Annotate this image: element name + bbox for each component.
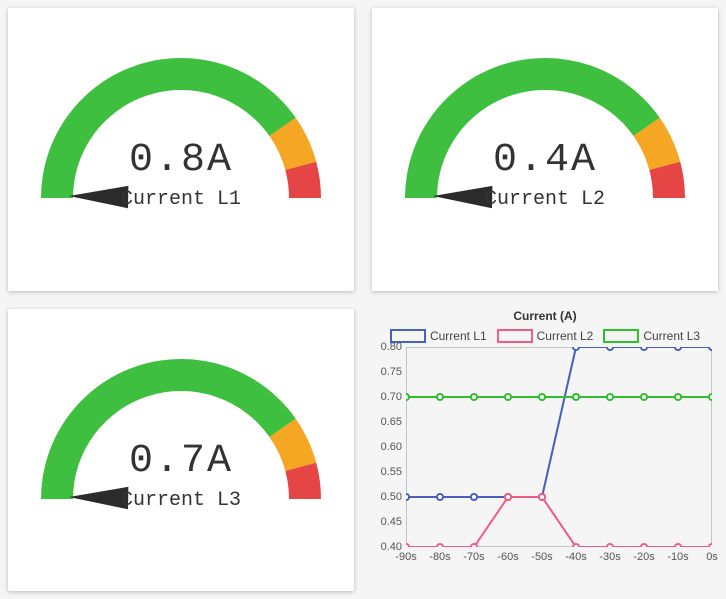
data-point[interactable] bbox=[437, 494, 443, 500]
data-point[interactable] bbox=[709, 347, 712, 350]
x-tick: 0s bbox=[706, 551, 718, 563]
gauge-value-l3: 0.7A bbox=[8, 439, 354, 484]
y-tick: 0.45 bbox=[372, 516, 402, 528]
chart-plot-area: 0.400.450.500.550.600.650.700.750.80-90s… bbox=[406, 347, 712, 547]
series-line bbox=[406, 347, 712, 497]
x-tick: -60s bbox=[497, 551, 518, 563]
gauge-label-l2: Current L2 bbox=[372, 188, 718, 211]
data-point[interactable] bbox=[573, 394, 579, 400]
data-point[interactable] bbox=[406, 394, 409, 400]
data-point[interactable] bbox=[437, 544, 443, 547]
data-point[interactable] bbox=[675, 544, 681, 547]
data-point[interactable] bbox=[505, 494, 511, 500]
gauge-card-l2: 0.4A Current L2 bbox=[372, 8, 718, 291]
legend-item[interactable]: Current L3 bbox=[603, 329, 700, 343]
x-tick: -50s bbox=[531, 551, 552, 563]
data-point[interactable] bbox=[641, 394, 647, 400]
x-tick: -20s bbox=[633, 551, 654, 563]
x-tick: -10s bbox=[667, 551, 688, 563]
gauge-arc-l1 bbox=[11, 8, 351, 218]
data-point[interactable] bbox=[709, 544, 712, 547]
x-tick: -70s bbox=[463, 551, 484, 563]
data-point[interactable] bbox=[539, 494, 545, 500]
data-point[interactable] bbox=[607, 544, 613, 547]
gauge-card-l3: 0.7A Current L3 bbox=[8, 309, 354, 592]
data-point[interactable] bbox=[406, 544, 409, 547]
x-tick: -80s bbox=[429, 551, 450, 563]
x-tick: -90s bbox=[395, 551, 416, 563]
legend-label: Current L2 bbox=[537, 329, 594, 343]
y-tick: 0.55 bbox=[372, 466, 402, 478]
data-point[interactable] bbox=[641, 544, 647, 547]
y-tick: 0.70 bbox=[372, 391, 402, 403]
data-point[interactable] bbox=[709, 394, 712, 400]
data-point[interactable] bbox=[573, 347, 579, 350]
data-point[interactable] bbox=[573, 544, 579, 547]
data-point[interactable] bbox=[471, 544, 477, 547]
y-tick: 0.60 bbox=[372, 441, 402, 453]
data-point[interactable] bbox=[437, 394, 443, 400]
data-point[interactable] bbox=[675, 347, 681, 350]
data-point[interactable] bbox=[641, 347, 647, 350]
data-point[interactable] bbox=[539, 394, 545, 400]
legend-swatch bbox=[497, 329, 533, 343]
x-tick: -40s bbox=[565, 551, 586, 563]
gauge-label-l3: Current L3 bbox=[8, 489, 354, 512]
gauge-value-l1: 0.8A bbox=[8, 138, 354, 183]
gauge-value-l2: 0.4A bbox=[372, 138, 718, 183]
data-point[interactable] bbox=[675, 394, 681, 400]
data-point[interactable] bbox=[471, 394, 477, 400]
data-point[interactable] bbox=[607, 394, 613, 400]
data-point[interactable] bbox=[471, 494, 477, 500]
x-tick: -30s bbox=[599, 551, 620, 563]
y-tick: 0.65 bbox=[372, 416, 402, 428]
gauge-card-l1: 0.8A Current L1 bbox=[8, 8, 354, 291]
series-line bbox=[406, 497, 712, 547]
gauge-arc-l3 bbox=[11, 309, 351, 519]
gauge-label-l1: Current L1 bbox=[8, 188, 354, 211]
legend-label: Current L1 bbox=[430, 329, 487, 343]
current-chart: Current (A) Current L1Current L2Current … bbox=[372, 309, 718, 592]
legend-item[interactable]: Current L1 bbox=[390, 329, 487, 343]
y-tick: 0.80 bbox=[372, 341, 402, 353]
y-tick: 0.75 bbox=[372, 366, 402, 378]
chart-legend: Current L1 Current L2 Current L3 bbox=[372, 329, 718, 343]
dashboard-grid: 0.8A Current L1 0.4A Current L2 0.7A Cur… bbox=[0, 0, 726, 599]
gauge-arc-l2 bbox=[375, 8, 715, 218]
legend-swatch bbox=[603, 329, 639, 343]
data-point[interactable] bbox=[406, 494, 409, 500]
chart-title: Current (A) bbox=[372, 309, 718, 323]
legend-item[interactable]: Current L2 bbox=[497, 329, 594, 343]
data-point[interactable] bbox=[505, 394, 511, 400]
y-tick: 0.50 bbox=[372, 491, 402, 503]
data-point[interactable] bbox=[607, 347, 613, 350]
legend-label: Current L3 bbox=[643, 329, 700, 343]
